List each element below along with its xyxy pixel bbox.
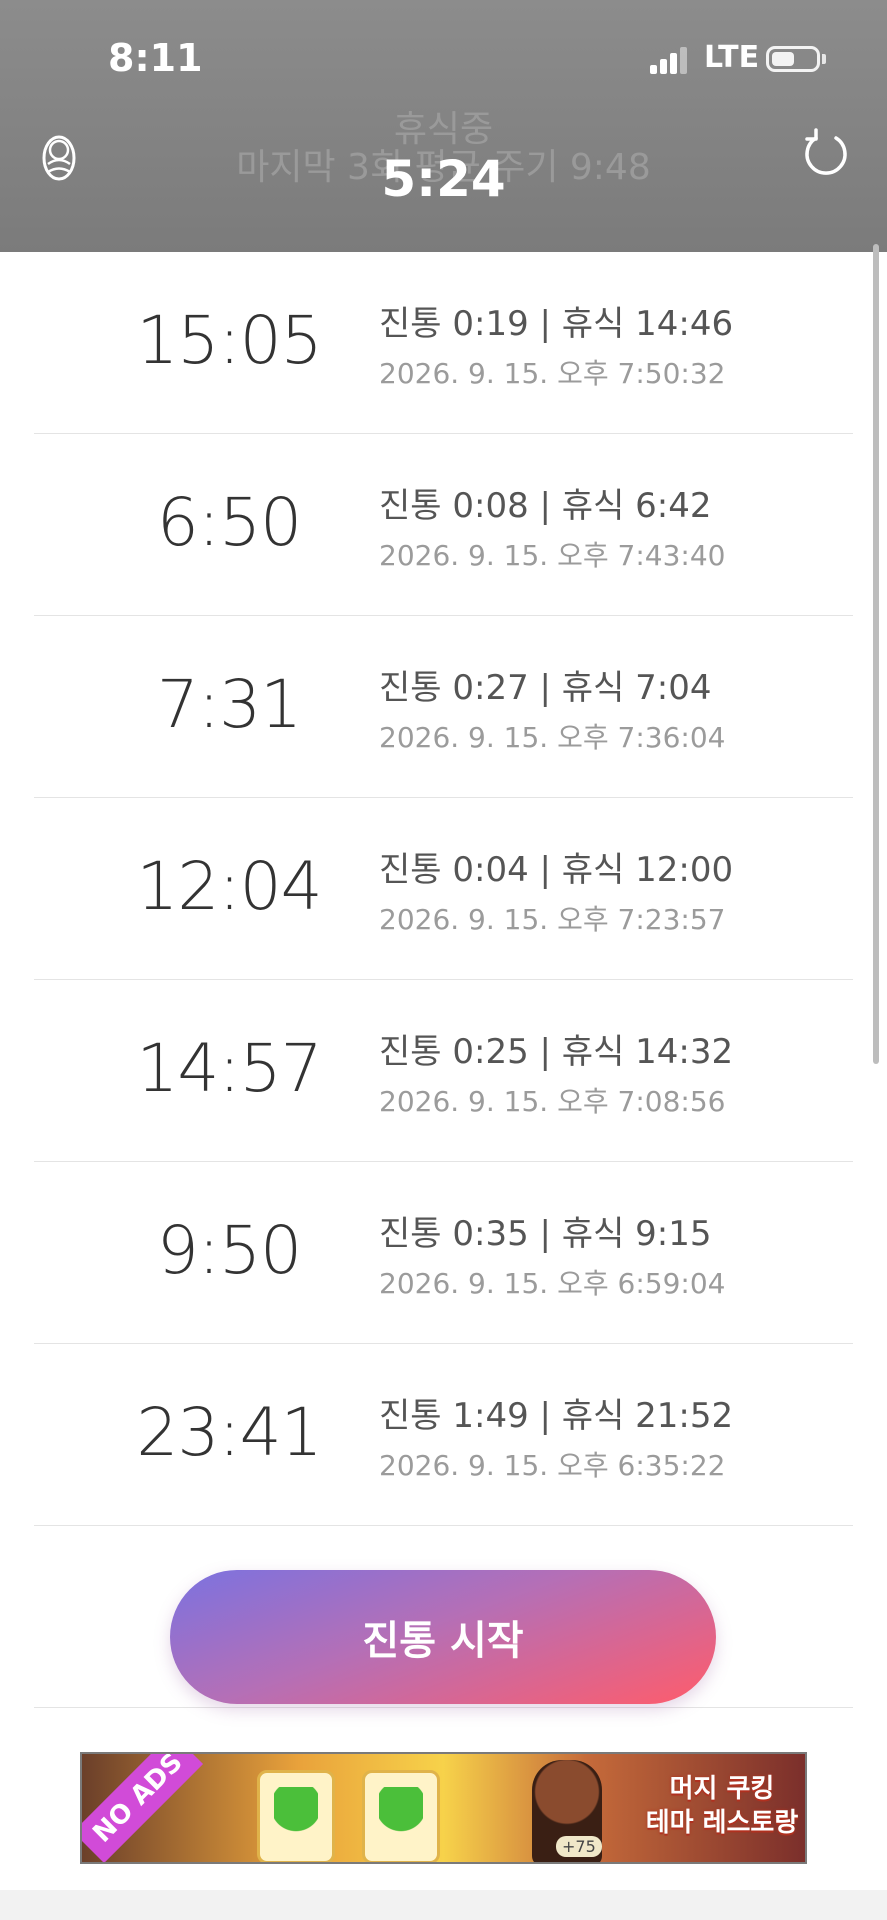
header-bar: 8:11 LTE 휴식중 마지막 3회 평균 주기 9:48 5:24 [0, 0, 887, 252]
interval-value: 7:31 [156, 666, 302, 743]
refresh-icon[interactable] [802, 126, 850, 176]
interval-value: 12:04 [136, 848, 322, 925]
list-item[interactable]: 14:57 진통 0:25 | 휴식 14:32 2026. 9. 15. 오후… [34, 980, 853, 1162]
network-label: LTE [704, 40, 760, 75]
start-contraction-button[interactable]: 진통 시작 [170, 1570, 716, 1704]
ad-banner[interactable]: NO ADS +75 머지 쿠킹 테마 레스토랑 [80, 1752, 807, 1864]
list-item[interactable]: 23:41 진통 1:49 | 휴식 21:52 2026. 9. 15. 오후… [34, 1344, 853, 1526]
interval-value: 15:05 [136, 302, 322, 379]
ad-tile [362, 1770, 440, 1862]
contraction-summary: 진통 0:04 | 휴식 12:00 [379, 850, 734, 890]
rest-timer: 5:24 [381, 150, 506, 208]
ad-title-line2: 테마 레스토랑 [645, 1808, 799, 1838]
interval-value: 6:50 [156, 484, 302, 561]
battery-icon [766, 46, 820, 72]
contraction-timestamp: 2026. 9. 15. 오후 6:35:22 [379, 1449, 726, 1482]
contraction-timestamp: 2026. 9. 15. 오후 7:50:32 [379, 357, 726, 390]
list-item[interactable]: 9:50 진통 0:35 | 휴식 9:15 2026. 9. 15. 오후 6… [34, 1162, 853, 1344]
list-item[interactable]: 12:04 진통 0:04 | 휴식 12:00 2026. 9. 15. 오후… [34, 798, 853, 980]
ad-coin: +75 [556, 1836, 602, 1857]
ad-title: 머지 쿠킹 테마 레스토랑 [642, 1772, 802, 1840]
contraction-timestamp: 2026. 9. 15. 오후 7:43:40 [379, 539, 726, 572]
status-time: 8:11 [108, 36, 203, 80]
contraction-summary: 진통 0:35 | 휴식 9:15 [379, 1214, 712, 1254]
list-item[interactable]: 7:31 진통 0:27 | 휴식 7:04 2026. 9. 15. 오후 7… [34, 616, 853, 798]
battery-tip [822, 54, 826, 64]
interval-value: 23:41 [136, 1394, 322, 1471]
ad-title-line1: 머지 쿠킹 [669, 1774, 775, 1804]
contraction-list[interactable]: 15:05 진통 0:19 | 휴식 14:46 2026. 9. 15. 오후… [0, 252, 887, 1708]
ad-tile [257, 1770, 335, 1862]
contraction-summary: 진통 0:25 | 휴식 14:32 [379, 1032, 734, 1072]
contraction-timestamp: 2026. 9. 15. 오후 7:23:57 [379, 903, 726, 936]
contraction-summary: 진통 1:49 | 휴식 21:52 [379, 1396, 734, 1436]
contraction-timestamp: 2026. 9. 15. 오후 7:08:56 [379, 1085, 726, 1118]
contraction-summary: 진통 0:08 | 휴식 6:42 [379, 486, 712, 526]
contraction-timestamp: 2026. 9. 15. 오후 6:59:04 [379, 1267, 726, 1300]
scrollbar[interactable] [873, 244, 879, 1064]
list-item[interactable]: 6:50 진통 0:08 | 휴식 6:42 2026. 9. 15. 오후 7… [34, 434, 853, 616]
contraction-timestamp: 2026. 9. 15. 오후 7:36:04 [379, 721, 726, 754]
signal-icon [650, 46, 688, 74]
ad-badge: NO ADS [82, 1754, 204, 1862]
contraction-summary: 진통 0:27 | 휴식 7:04 [379, 668, 712, 708]
contraction-summary: 진통 0:19 | 휴식 14:46 [379, 304, 734, 344]
bottom-bar [0, 1890, 887, 1920]
baby-icon[interactable] [40, 130, 78, 182]
interval-value: 9:50 [156, 1212, 302, 1289]
list-item[interactable]: 15:05 진통 0:19 | 휴식 14:46 2026. 9. 15. 오후… [34, 252, 853, 434]
interval-value: 14:57 [136, 1030, 322, 1107]
